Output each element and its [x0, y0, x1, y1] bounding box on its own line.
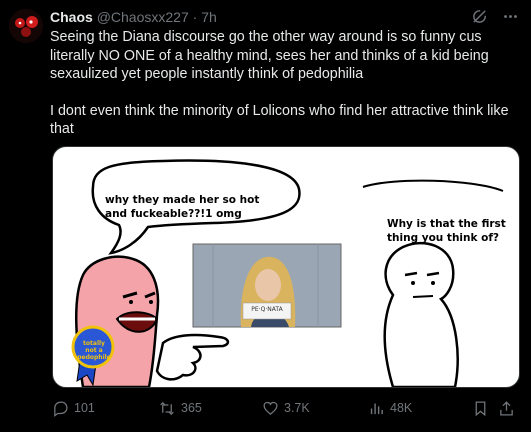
embedded-photo	[192, 243, 342, 328]
views-count: 48K	[390, 401, 413, 415]
reply-count: 101	[74, 401, 95, 415]
right-question-text: Why is that the first thing you think of…	[387, 218, 506, 244]
post-text-paragraph-1: Seeing the Diana discourse go the other …	[50, 29, 489, 82]
bookmark-icon	[472, 400, 489, 417]
post-media[interactable]: why they made her so hot and fuckeable??…	[52, 146, 520, 388]
views-icon	[368, 400, 385, 417]
reply-button[interactable]: 101	[52, 396, 95, 420]
photo-sign-text: PE·Q·NATA	[251, 306, 283, 313]
badge-text: totally not a pedophile	[77, 340, 111, 361]
header-icons	[471, 8, 519, 30]
post-time[interactable]: 7h	[201, 9, 217, 25]
post-header: Chaos @Chaosxx227 · 7h	[50, 8, 217, 26]
left-bubble-text: why they made her so hot and fuckeable??…	[105, 194, 260, 220]
like-button[interactable]: 3.7K	[262, 396, 310, 420]
share-icon	[498, 400, 515, 417]
repost-count: 365	[181, 401, 202, 415]
separator: ·	[192, 9, 198, 25]
post-text: Seeing the Diana discourse go the other …	[50, 28, 520, 139]
avatar[interactable]	[9, 9, 43, 43]
views-button[interactable]: 48K	[368, 396, 412, 420]
reply-icon	[52, 400, 69, 417]
grok-icon[interactable]	[471, 8, 488, 30]
action-bar: 101 365 3.7K 48K	[52, 396, 518, 420]
like-count: 3.7K	[284, 401, 310, 415]
repost-button[interactable]: 365	[158, 396, 202, 420]
more-icon[interactable]	[502, 8, 519, 30]
author-handle[interactable]: @Chaosxx227	[97, 9, 189, 25]
like-icon	[262, 400, 279, 417]
share-button[interactable]	[498, 396, 515, 420]
post-text-paragraph-2: I dont even think the minority of Lolico…	[50, 102, 509, 138]
author-name[interactable]: Chaos	[50, 9, 93, 25]
bookmark-button[interactable]	[472, 396, 489, 420]
repost-icon	[158, 400, 176, 417]
